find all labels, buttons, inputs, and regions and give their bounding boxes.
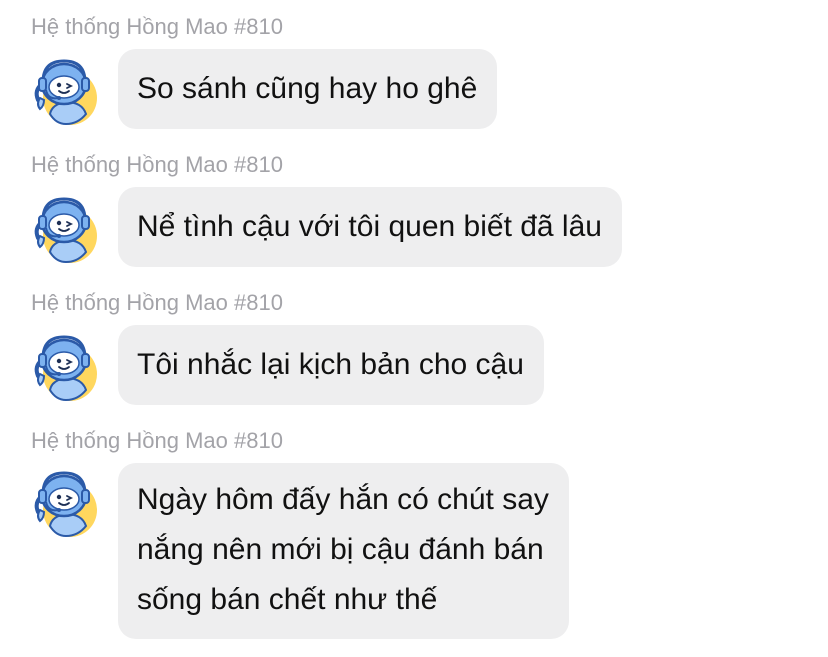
robot-mascot-avatar-icon[interactable]	[30, 192, 102, 264]
sender-name: Hệ thống Hồng Mao #810	[31, 152, 283, 177]
message-text: So sánh cũng hay ho ghê	[137, 72, 478, 105]
message-text-line: sống bán chết như thế	[137, 583, 438, 616]
robot-mascot-avatar-icon[interactable]	[30, 54, 102, 126]
sender-name: Hệ thống Hồng Mao #810	[31, 428, 283, 453]
sender-name: Hệ thống Hồng Mao #810	[31, 14, 283, 39]
message-text-line: Ngày hôm đấy hắn có chút say	[137, 483, 549, 516]
message-text: Tôi nhắc lại kịch bản cho cậu	[137, 348, 524, 381]
sender-name: Hệ thống Hồng Mao #810	[31, 290, 283, 315]
message-bubble[interactable]: Ngày hôm đấy hắn có chút say nắng nên mớ…	[118, 463, 569, 639]
robot-mascot-avatar-icon[interactable]	[30, 466, 102, 538]
robot-mascot-avatar-icon[interactable]	[30, 330, 102, 402]
message-text: Nể tình cậu với tôi quen biết đã lâu	[137, 210, 602, 243]
message-bubble[interactable]: Nể tình cậu với tôi quen biết đã lâu	[118, 187, 622, 267]
message-bubble[interactable]: So sánh cũng hay ho ghê	[118, 49, 498, 129]
message-bubble[interactable]: Tôi nhắc lại kịch bản cho cậu	[118, 325, 544, 405]
message-text-line: nắng nên mới bị cậu đánh bán	[137, 533, 544, 566]
